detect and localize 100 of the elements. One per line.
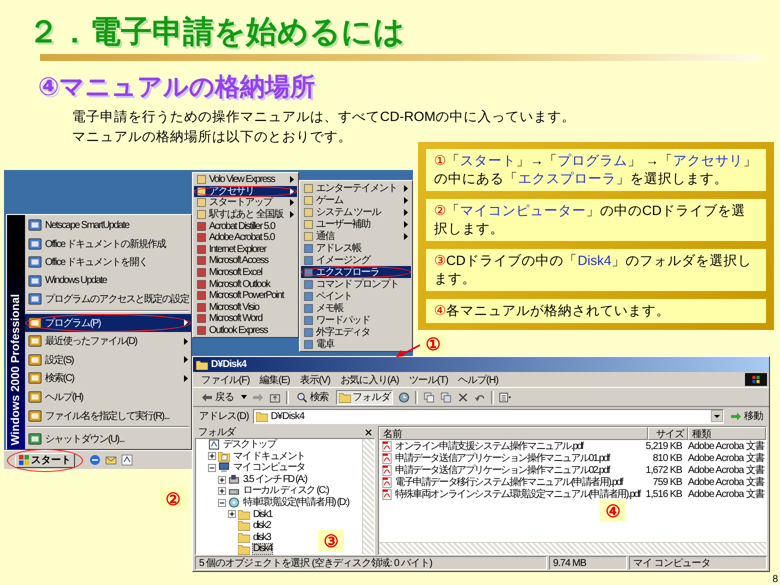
tree-item[interactable]: Disk1 [252,508,274,520]
go-button[interactable]: 移動 [728,408,765,424]
start-menu-item[interactable]: Netscape SmartUpdate [25,216,191,234]
dropdown-caret-icon[interactable] [711,410,724,422]
tree-item[interactable]: デスクトップ [222,439,277,451]
start-menu-item[interactable]: プログラム(P) [25,314,191,332]
menu-item[interactable]: 外字エディタ [300,326,411,338]
start-menu-item[interactable]: プログラムのアクセスと既定の設定 [25,290,191,308]
menu-item[interactable]: アドレス帳 [300,242,411,254]
windows-flag-icon [19,455,29,465]
menu-bar-item[interactable]: 表示(V) [300,372,330,386]
tree-item[interactable]: 特車環境設定(申請者用) (D:) [242,496,350,509]
start-menu-item[interactable]: シャットダウン(U)... [25,430,191,448]
tree-item[interactable]: disk3 [252,532,272,544]
program-icon [28,352,42,367]
file-name[interactable]: 申請データ送信アプリケーション操作マニュアル02.pdf [395,463,610,477]
start-menu-item[interactable]: Windows Update [25,272,191,290]
menu-bar-item[interactable]: ヘルプ(H) [458,372,498,386]
menu-item[interactable]: エンターテイメント [300,182,411,194]
menu-item[interactable]: イメージング [300,254,411,266]
menu-bar-item[interactable]: ツール(T) [408,372,448,386]
menu-item[interactable]: システム ツール [300,206,411,218]
start-menu-item[interactable]: Office ドキュメントの新規作成 [25,234,191,253]
start-menu-item[interactable]: 最近使ったファイル(D) [25,332,191,350]
menu-item[interactable]: ペイント [300,290,411,302]
scrollbar[interactable] [379,542,766,554]
mail-icon[interactable] [105,454,117,466]
menu-bar-item[interactable]: 編集(E) [260,372,290,386]
status-text: 9.74 MB [549,556,627,570]
history-icon[interactable] [398,392,410,402]
expand-icon[interactable] [218,476,226,484]
menu-item[interactable]: Microsoft Access [194,255,297,267]
file-type: Adobe Acroba 文書 [687,440,766,452]
start-menu-item[interactable]: ファイル名を指定して実行(R)... [25,406,191,425]
close-icon[interactable] [365,428,372,436]
column-header[interactable]: サイズ [648,427,688,440]
tree-item[interactable]: マイ ドキュメント [232,450,306,462]
folders-button[interactable]: フォルダ [336,390,394,404]
slide-title: ２．電子申請を始めるには [27,13,405,51]
file-name[interactable]: 電子申請データ移行システム操作マニュアル(申請者用).pdf [395,475,622,489]
folder-icon [238,508,250,520]
menu-item[interactable]: 駅すぱあと 全国版 [194,208,297,220]
program-icon [28,292,42,306]
expand-icon[interactable] [218,487,226,496]
start-menu-item[interactable]: Office ドキュメントを開く [25,253,191,272]
file-name[interactable]: 特殊車両オンラインシステム環境設定マニュアル(申請者用).pdf [395,487,640,501]
menu-item[interactable]: Acrobat Distiller 5.0 [194,220,297,232]
back-button[interactable]: 戻る [199,390,236,404]
copy-to-icon[interactable] [440,392,452,402]
pane-title: フォルダ [198,426,236,439]
menu-item[interactable]: Volo View Express [194,174,297,186]
menu-item[interactable]: Outlook Express [194,324,297,336]
menu-bar-item[interactable]: お気に入り(A) [340,372,399,386]
menu-item[interactable]: Microsoft PowerPoint [194,290,297,302]
views-icon[interactable] [499,392,512,402]
menu-bar-item[interactable]: ファイル(F) [201,372,250,386]
menu-item[interactable]: ワードパッド [300,314,411,326]
search-button[interactable]: 検索 [294,390,331,404]
file-name[interactable]: 申請データ送信アプリケーション操作マニュアル01.pdf [395,451,610,465]
delete-icon[interactable] [457,392,470,402]
dropdown-caret-icon[interactable] [240,395,247,399]
file-name[interactable]: オンライン申請支援システム操作マニュアル.pdf [395,439,583,453]
start-button[interactable]: スタート [15,452,75,468]
tree-item[interactable]: Disk4 [252,543,274,555]
menu-item[interactable]: Microsoft Word [194,313,297,325]
tree-item[interactable]: マイ コンピュータ [232,462,306,474]
computer-icon [218,462,230,474]
collapse-icon[interactable] [208,464,216,472]
tree-item[interactable]: disk2 [252,520,272,532]
menu-item[interactable]: Microsoft Outlook [194,278,297,290]
scrollbar[interactable] [362,439,374,554]
start-menu-item[interactable]: 検索(C) [25,369,191,388]
menu-item[interactable]: Microsoft Visio [194,302,297,314]
collapse-icon[interactable] [218,498,226,507]
tree-item[interactable]: 3.5 インチ FD (A:) [242,474,308,486]
start-menu-item[interactable]: 設定(S) [25,350,191,369]
address-field[interactable]: D¥Disk4 [252,408,724,424]
column-header[interactable]: 種類 [688,427,766,440]
up-folder-icon[interactable] [268,392,281,402]
menu-item[interactable]: コマンド プロンプト [300,278,411,290]
start-menu-item[interactable]: ヘルプ(H) [25,388,191,406]
intro-text: 電子申請を行うための操作マニュアルは、すべてCD-ROMの中に入っています。 [72,108,576,126]
page-number: 8 [772,574,778,585]
menu-item[interactable]: 電卓 [300,338,411,350]
menu-item[interactable]: エクスプローラ [300,266,411,278]
tree-item[interactable]: ローカル ディスク (C:) [242,485,330,497]
menu-item[interactable]: ゲーム [300,194,411,206]
menu-item[interactable]: ユーザー補助 [300,218,411,230]
floppy-drive-icon [228,474,240,486]
menu-item[interactable]: 通信 [300,230,411,242]
menu-item[interactable]: スタートアップ [194,197,297,209]
expand-icon[interactable] [228,510,236,518]
column-header[interactable]: 名前 [379,427,648,440]
move-to-icon[interactable] [423,392,436,402]
menu-item[interactable]: Microsoft Excel [194,266,297,278]
menu-item[interactable]: メモ帳 [300,302,411,314]
menu-item[interactable]: Internet Explorer [194,244,297,256]
menu-item[interactable]: Adobe Acrobat 5.0 [194,232,297,244]
expand-icon[interactable] [208,452,216,460]
file-type: Adobe Acroba 文書 [687,452,766,464]
